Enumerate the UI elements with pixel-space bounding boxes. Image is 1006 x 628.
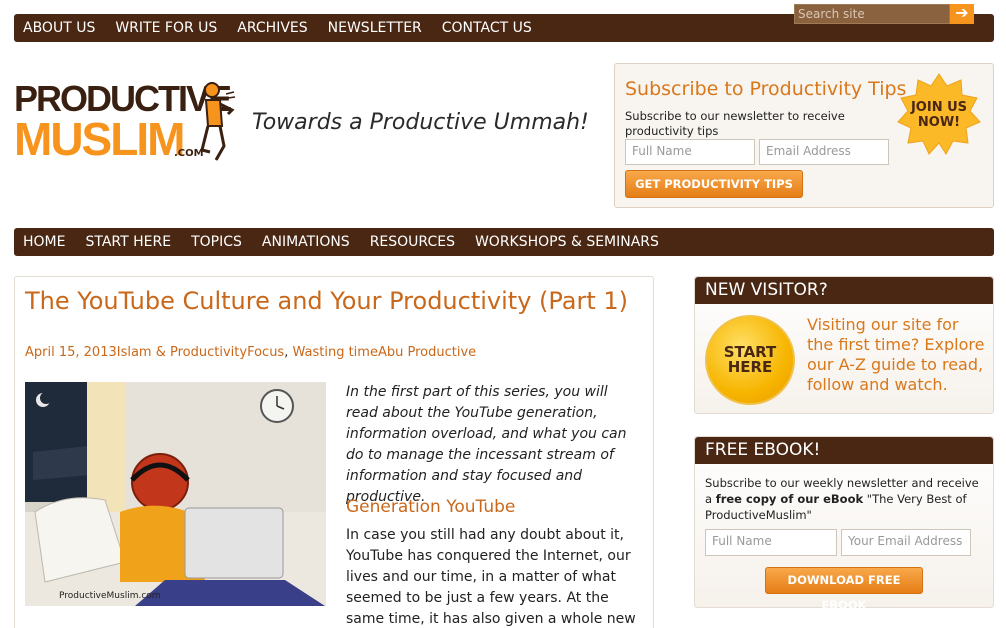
join-us-line2: NOW!	[917, 115, 961, 130]
article-tag-wasting-time[interactable]: Wasting time	[292, 345, 377, 360]
subscribe-email-input[interactable]: Email Address	[759, 139, 889, 165]
ebook-text-bold: free copy of our eBook	[715, 492, 864, 506]
article-tag-focus[interactable]: Focus	[247, 345, 284, 360]
search-input[interactable]: Search site	[794, 4, 950, 24]
new-visitor-heading: NEW VISITOR?	[695, 277, 993, 304]
topnav-contact-us[interactable]: CONTACT US	[442, 20, 532, 36]
download-free-ebook-button[interactable]: DOWNLOAD FREE EBOOK	[765, 567, 923, 612]
subscribe-description: Subscribe to our newsletter to receive p…	[625, 109, 845, 138]
site-logo[interactable]: PRODUCTIVE MUSLIM .COM	[14, 80, 236, 166]
article-illustration: ProductiveMuslim.com	[25, 382, 326, 606]
logo-running-man-icon	[200, 82, 236, 161]
new-visitor-widget: NEW VISITOR? START HERE Visiting our sit…	[694, 276, 994, 414]
subscribe-full-name-input[interactable]: Full Name	[625, 139, 755, 165]
article-category-link[interactable]: Islam & Productivity	[117, 345, 247, 360]
topnav-archives[interactable]: ARCHIVES	[237, 20, 307, 36]
search-submit-arrow-icon[interactable]: ➔	[950, 4, 974, 24]
ebook-email-input[interactable]: Your Email Address	[841, 529, 971, 556]
site-tagline: Towards a Productive Ummah!	[252, 110, 589, 135]
topnav-newsletter[interactable]: NEWSLETTER	[328, 20, 422, 36]
new-visitor-text[interactable]: Visiting our site for the first time? Ex…	[807, 315, 989, 395]
illustration-caption: ProductiveMuslim.com	[59, 591, 161, 601]
logo-line-muslim: MUSLIM	[14, 113, 185, 165]
free-ebook-description: Subscribe to our weekly newsletter and r…	[705, 475, 985, 523]
article-intro: In the first part of this series, you wi…	[346, 384, 627, 505]
free-ebook-widget: FREE EBOOK! Subscribe to our weekly news…	[694, 436, 994, 612]
top-nav: ABOUT US WRITE FOR US ARCHIVES NEWSLETTE…	[23, 14, 552, 42]
topnav-write-for-us[interactable]: WRITE FOR US	[115, 20, 217, 36]
mainnav-workshops-seminars[interactable]: WORKSHOPS & SEMINARS	[475, 234, 659, 250]
get-productivity-tips-button[interactable]: GET PRODUCTIVITY TIPS	[625, 170, 803, 198]
main-navigation-bar: HOME START HERE TOPICS ANIMATIONS RESOUR…	[14, 228, 994, 256]
join-us-label: JOIN US NOW!	[896, 100, 982, 130]
article-meta: April 15, 2013Islam & ProductivityFocus,…	[25, 345, 476, 360]
start-here-line2: HERE	[727, 358, 773, 376]
mainnav-resources[interactable]: RESOURCES	[370, 234, 455, 250]
article-title[interactable]: The YouTube Culture and Your Productivit…	[25, 287, 628, 315]
article-body: In case you still had any doubt about it…	[346, 527, 636, 627]
ebook-full-name-input[interactable]: Full Name	[705, 529, 837, 556]
article-card: The YouTube Culture and Your Productivit…	[14, 276, 654, 628]
free-ebook-heading: FREE EBOOK!	[695, 437, 993, 464]
subscribe-title: Subscribe to Productivity Tips	[625, 78, 907, 100]
topnav-about-us[interactable]: ABOUT US	[23, 20, 95, 36]
mainnav-topics[interactable]: TOPICS	[191, 234, 242, 250]
article-date: April 15, 2013	[25, 345, 117, 360]
join-us-line1: JOIN US	[910, 100, 968, 115]
mainnav-home[interactable]: HOME	[23, 234, 65, 250]
mainnav-start-here[interactable]: START HERE	[85, 234, 171, 250]
section-heading: Generation YouTube	[346, 497, 516, 517]
mainnav-animations[interactable]: ANIMATIONS	[262, 234, 350, 250]
start-here-label[interactable]: START HERE	[705, 345, 795, 375]
article-author-link[interactable]: Abu Productive	[378, 345, 476, 360]
